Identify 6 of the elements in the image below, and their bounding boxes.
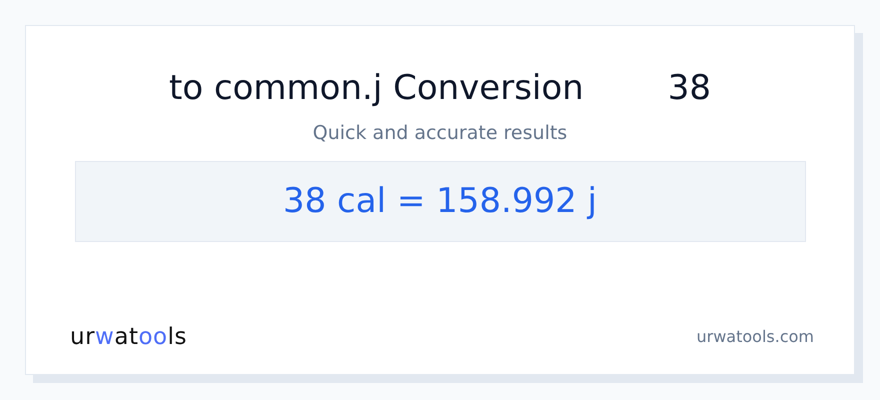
subtitle: Quick and accurate results: [312, 120, 568, 146]
title: to common.j Conversion: [169, 68, 584, 109]
logo: urwatools: [70, 322, 188, 352]
result-text: 38 cal = 158.992 j: [74, 161, 806, 242]
title-value: 38: [668, 68, 711, 109]
site-name: urwatools.com: [696, 326, 814, 348]
